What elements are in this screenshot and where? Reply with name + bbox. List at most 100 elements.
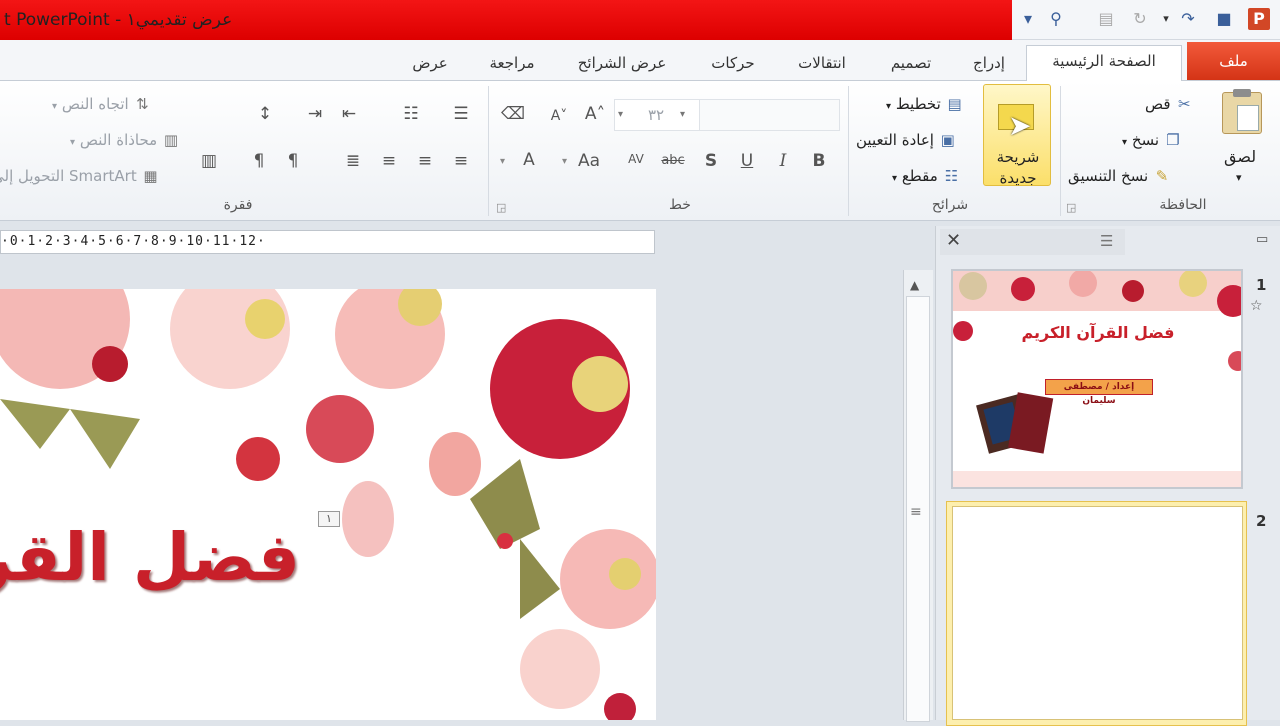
text-direction-label: اتجاه النص	[61, 95, 129, 113]
paste-button[interactable]: لصق	[1224, 147, 1256, 167]
numbering-icon[interactable]: ☷	[398, 101, 424, 127]
strikethrough-icon[interactable]: abc	[658, 148, 688, 174]
clipboard-launcher-icon[interactable]: ◲	[1066, 201, 1076, 214]
tab-view[interactable]: عرض	[404, 48, 456, 78]
slide-number-2: 2	[1256, 512, 1267, 530]
text-direction-dropdown-icon: ▾	[52, 101, 58, 112]
change-case-dropdown-icon[interactable]: ▾	[562, 152, 567, 172]
undo-dropdown-icon[interactable]: ▾	[1154, 6, 1178, 32]
bullets-icon[interactable]: ☰	[448, 101, 474, 127]
change-case-icon[interactable]: Aa	[576, 148, 602, 174]
font-launcher-icon[interactable]: ◲	[496, 201, 506, 214]
tab-slideshow[interactable]: عرض الشرائح	[566, 48, 678, 78]
scroll-up-icon[interactable]: ▲	[910, 278, 919, 292]
copy-button[interactable]: ▾ نسخ ❐	[1122, 130, 1182, 153]
group-divider	[488, 86, 489, 216]
align-text-button[interactable]: ▾ محاذاة النص ▥	[70, 130, 180, 153]
text-direction-icon: ⇅	[136, 95, 149, 113]
repeat-icon[interactable]: ↻	[1128, 6, 1152, 32]
placeholder-number: ١	[318, 511, 340, 527]
scissors-icon: ✂	[1178, 95, 1191, 113]
format-painter-label: نسخ التنسيق	[1068, 167, 1149, 185]
ltr-icon[interactable]: ¶	[246, 148, 272, 174]
bold-icon[interactable]: B	[806, 148, 832, 174]
section-label: مقطع	[901, 167, 938, 185]
print-preview-icon[interactable]: ▤	[1094, 6, 1118, 32]
tab-transitions[interactable]: انتقالات	[786, 48, 858, 78]
convert-smartart-button[interactable]: التحويل إلى SmartArt ▦	[0, 166, 159, 186]
slide-number-1: 1	[1256, 276, 1267, 294]
align-text-icon: ▥	[163, 131, 179, 149]
tab-insert[interactable]: إدراج	[960, 48, 1018, 78]
reset-label: إعادة التعيين	[856, 131, 934, 149]
undo-icon[interactable]: ↷	[1176, 6, 1200, 32]
horizontal-ruler[interactable]: ·0·1·2·3·4·5·6·7·8·9·10·11·12·	[0, 230, 655, 254]
panel-header	[940, 229, 1125, 255]
justify-icon[interactable]: ≣	[340, 148, 366, 174]
italic-icon[interactable]: I	[770, 148, 796, 174]
align-center-icon[interactable]: ≡	[412, 148, 438, 174]
slide-thumbnail-1[interactable]: فضل القرآن الكريم إعداد / مصطفى سليمان	[951, 269, 1243, 489]
underline-icon[interactable]: U	[734, 148, 760, 174]
copy-icon: ❐	[1166, 131, 1180, 149]
tab-design[interactable]: تصميم	[876, 48, 946, 78]
powerpoint-logo-icon[interactable]: P	[1248, 8, 1270, 30]
find-icon[interactable]: ⚲	[1044, 6, 1068, 32]
tab-review[interactable]: مراجعة	[478, 48, 546, 78]
new-slide-label-1: شريحة	[996, 148, 1040, 166]
tab-home[interactable]: الصفحة الرئيسية	[1026, 45, 1182, 81]
font-size-dropdown-icon[interactable]: ▾	[618, 105, 623, 125]
tab-animations[interactable]: حركات	[700, 48, 766, 78]
align-left-icon[interactable]: ≡	[376, 148, 402, 174]
tab-file[interactable]: ملف	[1187, 42, 1280, 80]
text-direction-button[interactable]: ▾ اتجاه النص ⇅	[52, 94, 151, 117]
cursor-icon: ➤	[1008, 109, 1032, 142]
slide-thumbnail-2[interactable]	[952, 506, 1243, 720]
restore-ribbon-icon[interactable]: ▭	[1256, 232, 1268, 247]
current-slide[interactable]: ١ فضل القرآن	[0, 289, 656, 720]
paste-dropdown-icon[interactable]: ▾	[1236, 168, 1242, 188]
font-size-value: ٣٢	[648, 106, 665, 124]
cut-label: قص	[1145, 95, 1171, 113]
rtl-icon[interactable]: ¶	[280, 148, 306, 174]
slide-title[interactable]: فضل القرآن	[0, 519, 300, 596]
section-dropdown-icon: ▾	[892, 173, 898, 184]
save-icon[interactable]: ■	[1212, 6, 1236, 32]
shadow-icon[interactable]: S	[698, 148, 724, 174]
shrink-font-icon[interactable]: A˅	[546, 103, 572, 129]
clipboard-group-label: الحافظة	[1159, 197, 1207, 213]
grow-font-icon[interactable]: A˄	[582, 101, 608, 127]
clear-format-icon[interactable]: ⌫	[500, 101, 526, 127]
thumb-1-author: إعداد / مصطفى سليمان	[1045, 379, 1153, 406]
line-spacing-icon[interactable]: ↕	[252, 101, 278, 127]
font-color-dropdown-icon[interactable]: ▾	[500, 152, 505, 172]
reset-button[interactable]: إعادة التعيين ▣	[856, 130, 957, 150]
char-spacing-icon[interactable]: AV	[622, 146, 650, 172]
group-divider	[848, 86, 849, 216]
transition-star-icon: ☆	[1250, 298, 1263, 314]
copy-dropdown-icon[interactable]: ▾	[1122, 137, 1127, 148]
layout-dropdown-icon: ▾	[886, 101, 892, 112]
format-painter-button[interactable]: نسخ التنسيق ✎	[1068, 166, 1171, 186]
close-panel-icon[interactable]: ✕	[946, 230, 961, 251]
increase-indent-icon[interactable]: ⇥	[302, 101, 328, 127]
layout-button[interactable]: ▾ تخطيط ▤	[886, 94, 964, 117]
decrease-indent-icon[interactable]: ⇤	[336, 101, 362, 127]
section-button[interactable]: ▾ مقطع ☷	[892, 166, 961, 189]
layout-icon: ▤	[947, 95, 962, 113]
columns-icon[interactable]: ▥	[196, 148, 222, 174]
floral-background-image	[0, 289, 656, 720]
smartart-icon: ▦	[143, 167, 158, 185]
qat-customize-icon[interactable]: ▾	[1016, 6, 1040, 32]
slides-group-label: شرائح	[931, 197, 969, 213]
font-color-icon[interactable]: A	[516, 147, 542, 173]
outline-tab-icon[interactable]: ☰	[1100, 232, 1113, 250]
font-name-dropdown-icon[interactable]: ▾	[680, 105, 685, 125]
paragraph-group-label: فقرة	[223, 197, 253, 213]
align-right-icon[interactable]: ≡	[448, 148, 474, 174]
font-group-label: خط	[669, 197, 691, 213]
splitter-handle-icon[interactable]: ≡	[910, 504, 922, 520]
vertical-scrollbar[interactable]: ▲	[903, 270, 933, 722]
paste-icon[interactable]	[1222, 89, 1262, 134]
cut-button[interactable]: قص ✂	[1145, 94, 1193, 114]
